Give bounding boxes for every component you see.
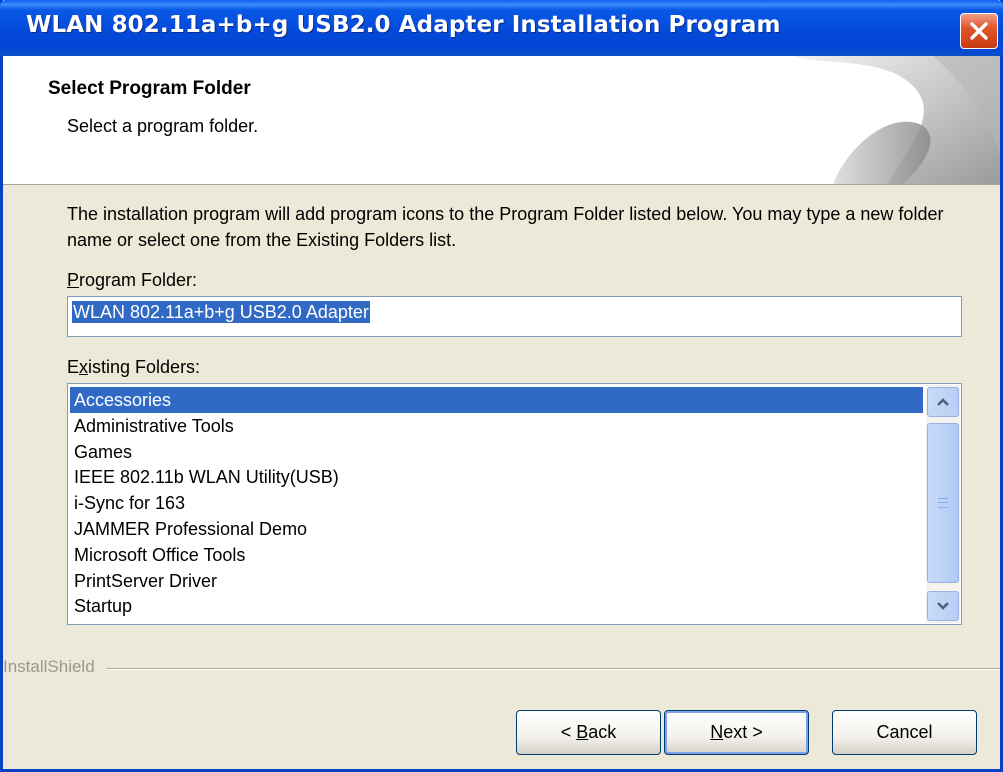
vertical-scrollbar[interactable] <box>926 385 960 623</box>
scroll-down-button[interactable] <box>927 591 959 621</box>
installer-window: WLAN 802.11a+b+g USB2.0 Adapter Installa… <box>0 0 1003 772</box>
label-text: E <box>67 357 80 377</box>
accelerator-key: x <box>79 357 89 377</box>
list-item[interactable]: IEEE 802.11b WLAN Utility(USB) <box>70 464 923 490</box>
chevron-down-icon <box>937 602 949 610</box>
page-title: Select Program Folder <box>48 78 251 99</box>
next-button[interactable]: Next > <box>664 710 809 755</box>
close-button[interactable] <box>960 13 998 49</box>
accelerator-key: N <box>710 722 724 742</box>
close-icon <box>970 22 988 40</box>
chevron-up-icon <box>937 398 949 406</box>
program-folder-value: WLAN 802.11a+b+g USB2.0 Adapter <box>72 301 370 323</box>
grip-icon <box>938 498 948 508</box>
list-item[interactable]: i-Sync for 163 <box>70 490 923 516</box>
accelerator-key: P <box>67 270 80 290</box>
folder-list-items: Accessories Administrative Tools Games I… <box>70 387 923 619</box>
button-text: ack <box>588 722 617 742</box>
scroll-thumb[interactable] <box>927 423 959 583</box>
title-bar[interactable]: WLAN 802.11a+b+g USB2.0 Adapter Installa… <box>0 0 1003 56</box>
instructions-text: The installation program will add progra… <box>67 204 944 250</box>
wizard-header: Select Program Folder Select a program f… <box>3 56 1000 185</box>
program-folder-label: Program Folder: <box>67 270 197 291</box>
brand-label: InstallShield <box>3 657 107 677</box>
footer-divider <box>3 668 1000 670</box>
existing-folders-list[interactable]: Accessories Administrative Tools Games I… <box>67 383 962 625</box>
existing-folders-label: Existing Folders: <box>67 357 200 378</box>
list-item[interactable]: Administrative Tools <box>70 413 923 439</box>
list-item[interactable]: Microsoft Office Tools <box>70 542 923 568</box>
button-text: ext > <box>723 722 763 742</box>
label-text: rogram Folder: <box>79 270 198 290</box>
program-folder-input[interactable]: WLAN 802.11a+b+g USB2.0 Adapter <box>67 296 962 337</box>
list-item[interactable]: JAMMER Professional Demo <box>70 516 923 542</box>
list-item[interactable]: PrintServer Driver <box>70 568 923 594</box>
list-item[interactable]: Games <box>70 439 923 465</box>
list-item[interactable]: Startup <box>70 593 923 619</box>
back-button[interactable]: < Back <box>516 710 661 755</box>
header-graphic-icon <box>793 56 1000 184</box>
list-item[interactable]: Accessories <box>70 387 923 413</box>
accelerator-key: B <box>576 722 589 742</box>
window-title: WLAN 802.11a+b+g USB2.0 Adapter Installa… <box>26 12 781 38</box>
scroll-up-button[interactable] <box>927 387 959 417</box>
cancel-button[interactable]: Cancel <box>832 710 977 755</box>
page-subtitle: Select a program folder. <box>67 116 259 136</box>
label-text: isting Folders: <box>88 357 201 377</box>
button-text: < <box>560 722 577 742</box>
button-text: Cancel <box>876 722 933 742</box>
